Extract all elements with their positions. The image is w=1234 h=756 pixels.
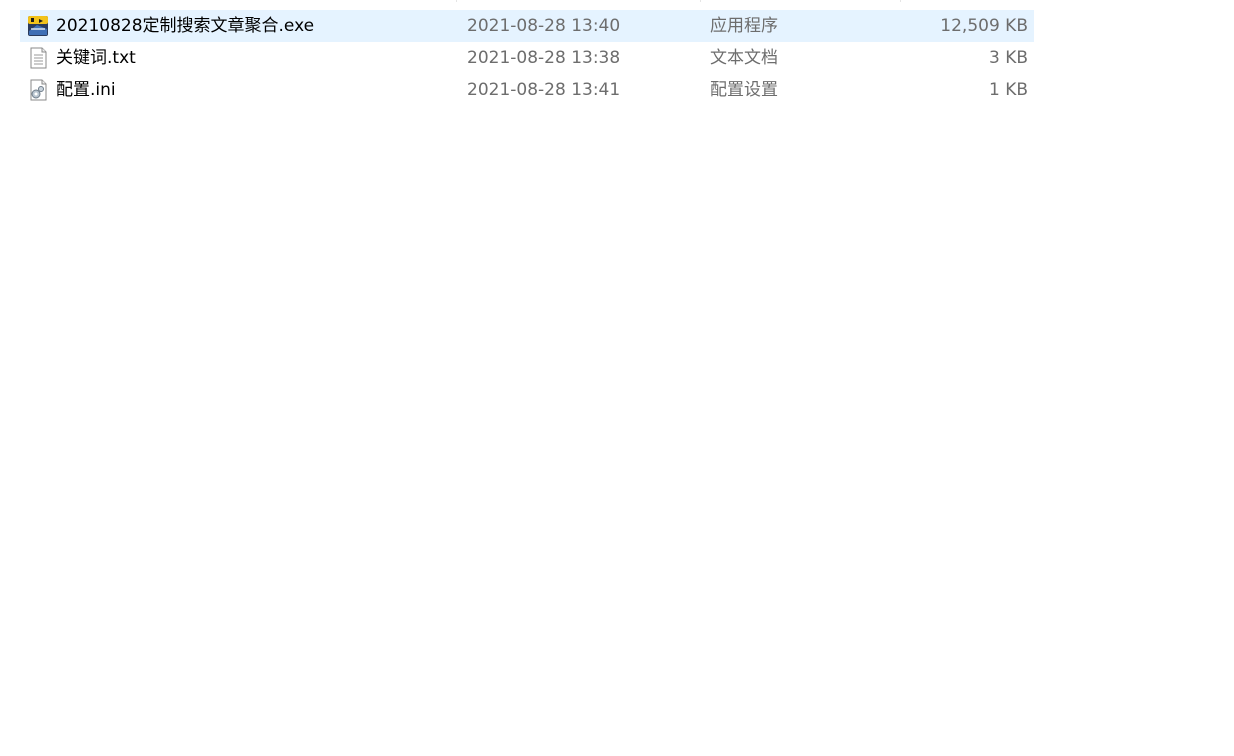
text-document-icon [27, 47, 49, 69]
file-name[interactable]: 20210828定制搜索文章聚合.exe [56, 10, 456, 42]
file-row[interactable]: 关键词.txt 2021-08-28 13:38 文本文档 3 KB [20, 42, 1034, 74]
file-row[interactable]: 20210828定制搜索文章聚合.exe 2021-08-28 13:40 应用… [20, 10, 1034, 42]
file-explorer-view: 20210828定制搜索文章聚合.exe 2021-08-28 13:40 应用… [0, 0, 1234, 756]
file-name[interactable]: 配置.ini [56, 74, 456, 106]
file-modified-date: 2021-08-28 13:41 [467, 80, 621, 100]
file-size: 1 KB [988, 80, 1028, 100]
file-list: 20210828定制搜索文章聚合.exe 2021-08-28 13:40 应用… [20, 10, 1034, 106]
file-type: 文本文档 [710, 48, 778, 68]
file-type: 应用程序 [710, 16, 778, 36]
file-name[interactable]: 关键词.txt [56, 42, 456, 74]
column-header-strip [20, 0, 1034, 2]
config-settings-icon [27, 79, 49, 101]
file-size: 3 KB [988, 48, 1028, 68]
exe-app-icon [27, 15, 49, 37]
column-divider-date[interactable] [700, 0, 701, 2]
file-modified-date: 2021-08-28 13:38 [467, 48, 621, 68]
file-modified-date: 2021-08-28 13:40 [467, 16, 621, 36]
file-row[interactable]: 配置.ini 2021-08-28 13:41 配置设置 1 KB [20, 74, 1034, 106]
column-divider-type[interactable] [900, 0, 901, 2]
file-size: 12,509 KB [940, 16, 1028, 36]
file-type: 配置设置 [710, 80, 778, 100]
column-divider-name[interactable] [456, 0, 457, 2]
